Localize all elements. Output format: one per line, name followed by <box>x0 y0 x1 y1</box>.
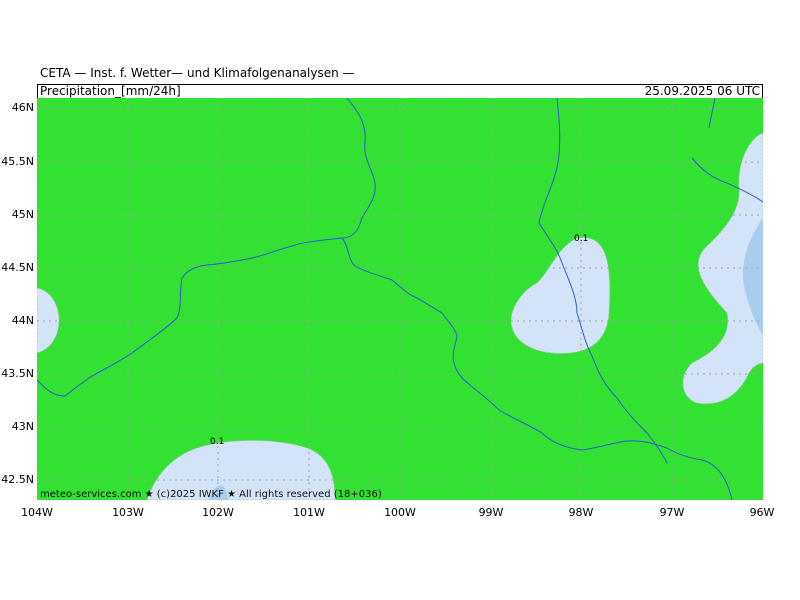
precipitation-map: 0.1 0.1 <box>37 98 763 500</box>
lat-label-43n: 43N <box>11 420 34 433</box>
valid-time-label: 25.09.2025 06 UTC <box>644 84 760 98</box>
lon-label-103w: 103W <box>112 506 144 519</box>
chart-title: CETA — Inst. f. Wetter— und Klimafolgena… <box>40 66 355 80</box>
lat-label-44n: 44N <box>11 314 34 327</box>
lon-label-104w: 104W <box>21 506 53 519</box>
contour-label-102w: 0.1 <box>210 437 224 447</box>
lat-label-45-5n: 45.5N <box>1 155 34 168</box>
lon-label-97w: 97W <box>659 506 685 519</box>
lon-label-101w: 101W <box>293 506 325 519</box>
lat-label-43-5n: 43.5N <box>1 367 34 380</box>
parameter-label: Precipitation_[mm/24h] <box>40 84 181 98</box>
lon-label-98w: 98W <box>568 506 594 519</box>
lat-label-44-5n: 44.5N <box>1 261 34 274</box>
lon-label-100w: 100W <box>384 506 416 519</box>
lon-label-102w: 102W <box>202 506 234 519</box>
lat-label-46n: 46N <box>11 101 34 114</box>
contour-label-98w: 0.1 <box>574 234 588 244</box>
lat-label-45n: 45N <box>11 208 34 221</box>
lat-label-42-5n: 42.5N <box>1 473 34 486</box>
lon-label-99w: 99W <box>478 506 504 519</box>
lon-label-96w: 96W <box>749 506 775 519</box>
copyright-footer: meteo-services.com ★ (c)2025 IWKF ★ All … <box>40 489 382 500</box>
